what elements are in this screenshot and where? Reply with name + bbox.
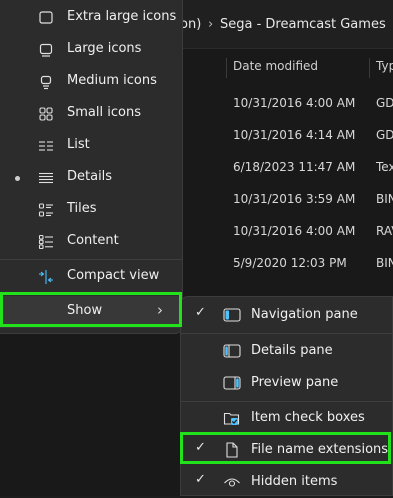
compact-view-icon xyxy=(38,269,54,285)
menu-label: Item check boxes xyxy=(251,410,365,425)
menu-item-medium-icons[interactable]: Medium icons xyxy=(0,66,182,98)
menu-label: Tiles xyxy=(67,201,97,216)
menu-label: List xyxy=(67,137,90,152)
details-pane-icon xyxy=(223,343,241,359)
menu-item-content[interactable]: Content xyxy=(0,226,182,258)
menu-label: Medium icons xyxy=(67,73,157,88)
menu-item-preview-pane[interactable]: Preview pane xyxy=(181,367,392,399)
menu-item-tiles[interactable]: Tiles xyxy=(0,194,182,226)
file-date: 5/9/2020 12:03 PM xyxy=(233,256,347,270)
menu-item-large-icons[interactable]: Large icons xyxy=(0,34,182,66)
menu-label: Content xyxy=(67,233,119,248)
menu-item-details[interactable]: Details xyxy=(0,162,182,194)
item-check-boxes-icon xyxy=(223,410,241,426)
file-type: GD xyxy=(376,128,393,142)
selected-bullet-icon xyxy=(15,176,20,181)
list-icon xyxy=(38,138,54,154)
file-row[interactable]: 6/18/2023 11:47 AM Tex xyxy=(180,152,393,184)
menu-divider xyxy=(181,333,392,334)
file-type: GD xyxy=(376,96,393,110)
menu-item-extra-large-icons[interactable]: Extra large icons xyxy=(0,2,182,34)
menu-item-compact-view[interactable]: Compact view xyxy=(0,261,182,293)
file-type: RAV xyxy=(376,224,393,238)
menu-item-list[interactable]: List xyxy=(0,130,182,162)
show-submenu: ✓ Navigation pane Details pane Preview p… xyxy=(180,296,393,496)
file-row[interactable]: 10/31/2016 4:00 AM RAV xyxy=(180,216,393,248)
medium-icons-icon xyxy=(38,74,54,90)
menu-label: Small icons xyxy=(67,105,141,120)
highlight-box-show xyxy=(0,292,182,327)
breadcrumb[interactable]: on) › Sega - Dreamcast Games xyxy=(180,0,393,49)
file-date: 10/31/2016 4:00 AM xyxy=(233,96,356,110)
column-separator[interactable] xyxy=(369,58,370,78)
menu-item-hidden-items[interactable]: ✓ Hidden items xyxy=(181,466,392,498)
checkmark-icon: ✓ xyxy=(195,305,206,320)
menu-label: Hidden items xyxy=(251,474,338,489)
content-icon xyxy=(38,234,54,250)
column-header-type[interactable]: Typ xyxy=(376,59,393,73)
preview-pane-icon xyxy=(223,375,241,391)
menu-label: Details pane xyxy=(251,343,333,358)
tiles-icon xyxy=(38,202,54,218)
view-menu: Extra large icons Large icons Medium ico… xyxy=(0,0,183,334)
menu-item-details-pane[interactable]: Details pane xyxy=(181,335,392,367)
file-date: 10/31/2016 4:00 AM xyxy=(233,224,356,238)
file-row[interactable]: 5/9/2020 12:03 PM BIN xyxy=(180,248,393,280)
menu-label: Details xyxy=(67,169,113,184)
file-date: 6/18/2023 11:47 AM xyxy=(233,160,356,174)
menu-item-item-check-boxes[interactable]: Item check boxes xyxy=(181,402,392,434)
file-date: 10/31/2016 3:59 AM xyxy=(233,192,356,206)
menu-label: Preview pane xyxy=(251,375,339,390)
menu-label: Compact view xyxy=(67,268,160,283)
column-separator[interactable] xyxy=(226,58,227,78)
menu-label: Extra large icons xyxy=(67,9,177,24)
breadcrumb-current-folder[interactable]: Sega - Dreamcast Games xyxy=(220,17,386,32)
file-type: BIN xyxy=(376,256,393,270)
checkmark-icon: ✓ xyxy=(195,472,206,487)
menu-label: Large icons xyxy=(67,41,142,56)
file-type: BIN xyxy=(376,192,393,206)
breadcrumb-partial[interactable]: on) xyxy=(180,17,201,32)
file-row[interactable]: 10/31/2016 3:59 AM BIN xyxy=(180,184,393,216)
highlight-box-file-name-extensions xyxy=(180,432,391,464)
eye-icon xyxy=(223,474,241,490)
menu-item-navigation-pane[interactable]: ✓ Navigation pane xyxy=(181,299,392,331)
menu-item-small-icons[interactable]: Small icons xyxy=(0,98,182,130)
file-row[interactable]: 10/31/2016 4:00 AM GD xyxy=(180,88,393,120)
large-icons-icon xyxy=(38,42,54,58)
column-header-date-modified[interactable]: Date modified xyxy=(233,59,318,73)
breadcrumb-separator-icon: › xyxy=(208,17,214,32)
navigation-pane-icon xyxy=(223,307,241,323)
details-icon xyxy=(38,170,54,186)
menu-label: Navigation pane xyxy=(251,307,358,322)
extra-large-icons-icon xyxy=(38,10,54,26)
file-date: 10/31/2016 4:14 AM xyxy=(233,128,356,142)
menu-divider xyxy=(0,259,182,260)
file-type: Tex xyxy=(376,160,393,174)
file-row[interactable]: 10/31/2016 4:14 AM GD xyxy=(180,120,393,152)
small-icons-icon xyxy=(38,106,54,122)
